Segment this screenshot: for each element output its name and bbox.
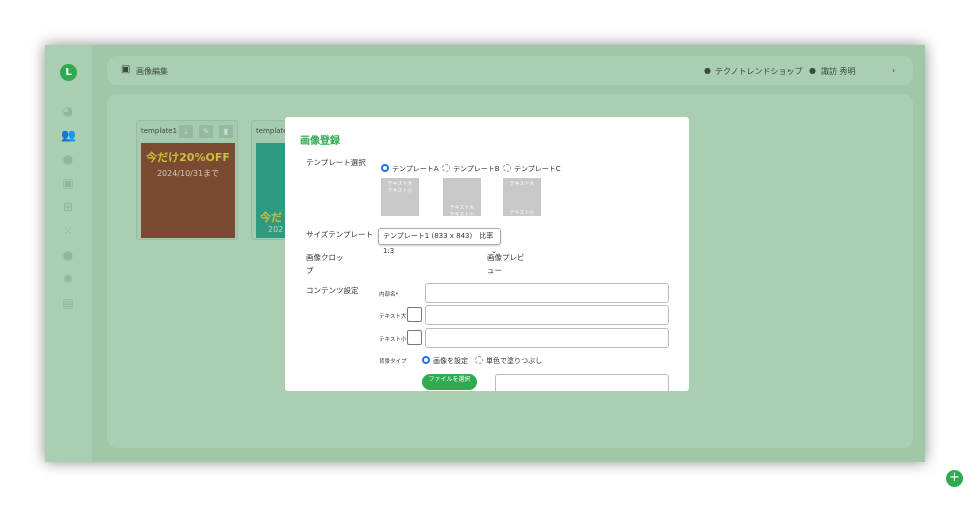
download-icon[interactable]: ⤓ bbox=[179, 125, 193, 138]
store-icon[interactable]: ▤ bbox=[61, 297, 75, 309]
template-b-thumb[interactable]: テキスト大 テキスト小 bbox=[443, 178, 481, 218]
bg-type-label: 背景タイプ bbox=[379, 359, 407, 365]
crop-label: 画像クロップ bbox=[306, 253, 344, 275]
text-small-input[interactable] bbox=[425, 328, 669, 348]
file-name-input[interactable] bbox=[495, 374, 669, 391]
text-large-label: テキスト大 bbox=[379, 314, 407, 320]
date-text: 2024/10/31まで bbox=[156, 169, 220, 178]
chevron-right-icon[interactable]: › bbox=[892, 66, 895, 75]
date-text: 202 bbox=[268, 225, 284, 234]
image-icon[interactable]: ▣ bbox=[61, 177, 75, 189]
header: ▣ 画像編集 ● テクノトレンドショップ › ● 諏訪 秀明 › bbox=[107, 56, 913, 85]
users-icon[interactable]: 👥 bbox=[61, 129, 76, 141]
radio-template-c[interactable]: テンプレートC bbox=[503, 164, 561, 174]
text-small-label: テキスト小 bbox=[379, 337, 407, 343]
chat-icon[interactable]: ● bbox=[61, 153, 75, 165]
headline: 今だ bbox=[260, 211, 282, 224]
text-small-color-box[interactable] bbox=[407, 330, 422, 345]
table-icon[interactable]: ⊞ bbox=[61, 201, 75, 213]
image-register-modal: 画像登録 テンプレート選択 テンプレートA テンプレートB テンプレートC テキ… bbox=[285, 117, 689, 391]
card-name: template1 bbox=[141, 127, 178, 135]
template-a-thumb[interactable]: テキスト大 テキスト小 bbox=[381, 178, 419, 216]
logo: L bbox=[60, 64, 77, 81]
radio-bg-solid[interactable]: 単色で塗りつぶし bbox=[475, 356, 542, 366]
chevron-right-icon[interactable]: › bbox=[787, 66, 790, 75]
template-c-thumb[interactable]: テキスト大 テキスト小 bbox=[503, 178, 541, 216]
template-image: 今だけ20%OFF 2024/10/31まで bbox=[141, 143, 235, 238]
text-large-input[interactable] bbox=[425, 305, 669, 325]
radio-template-a[interactable]: テンプレートA bbox=[381, 164, 439, 174]
preview-label: 画像プレビュー bbox=[487, 253, 525, 275]
user-icon: ● bbox=[704, 66, 711, 75]
size-label: サイズテンプレート bbox=[306, 230, 374, 239]
sidebar: L ◕ 👥 ● ▣ ⊞ ⁙ ● ✺ ▤ bbox=[45, 45, 92, 462]
radio-bg-image[interactable]: 画像を設定 bbox=[422, 356, 468, 366]
radio-template-b[interactable]: テンプレートB bbox=[442, 164, 500, 174]
template-label: テンプレート選択 bbox=[306, 158, 366, 167]
content-label: コンテンツ設定 bbox=[306, 286, 359, 295]
internal-name-input[interactable] bbox=[425, 283, 669, 303]
add-button[interactable]: + bbox=[946, 470, 963, 487]
edit-icon[interactable]: ✎ bbox=[199, 125, 213, 138]
template-card[interactable]: template1 ⤓ ✎ ▮ 今だけ20%OFF 2024/10/31まで bbox=[136, 120, 238, 240]
qr-icon[interactable]: ⁙ bbox=[61, 225, 75, 237]
user-icon: ● bbox=[809, 66, 816, 75]
image-icon: ▣ bbox=[121, 64, 131, 75]
pie-chart-icon[interactable]: ◕ bbox=[61, 105, 75, 117]
size-template-select[interactable]: テンプレート1 (833 x 843) 比率1:3 ⌄ bbox=[378, 228, 501, 255]
modal-title: 画像登録 bbox=[300, 136, 340, 147]
user-menu[interactable]: 諏訪 秀明 bbox=[821, 66, 856, 77]
user-icon[interactable]: ● bbox=[61, 249, 75, 261]
name-label: 内部名* bbox=[379, 292, 399, 298]
page-title: 画像編集 bbox=[136, 67, 168, 76]
text-large-color-box[interactable] bbox=[407, 307, 422, 322]
gear-icon[interactable]: ✺ bbox=[61, 273, 75, 285]
file-select-button[interactable]: ファイルを選択 bbox=[422, 374, 477, 390]
headline: 今だけ20%OFF bbox=[146, 151, 230, 164]
card-name: template bbox=[256, 127, 288, 135]
delete-icon[interactable]: ▮ bbox=[219, 125, 233, 138]
